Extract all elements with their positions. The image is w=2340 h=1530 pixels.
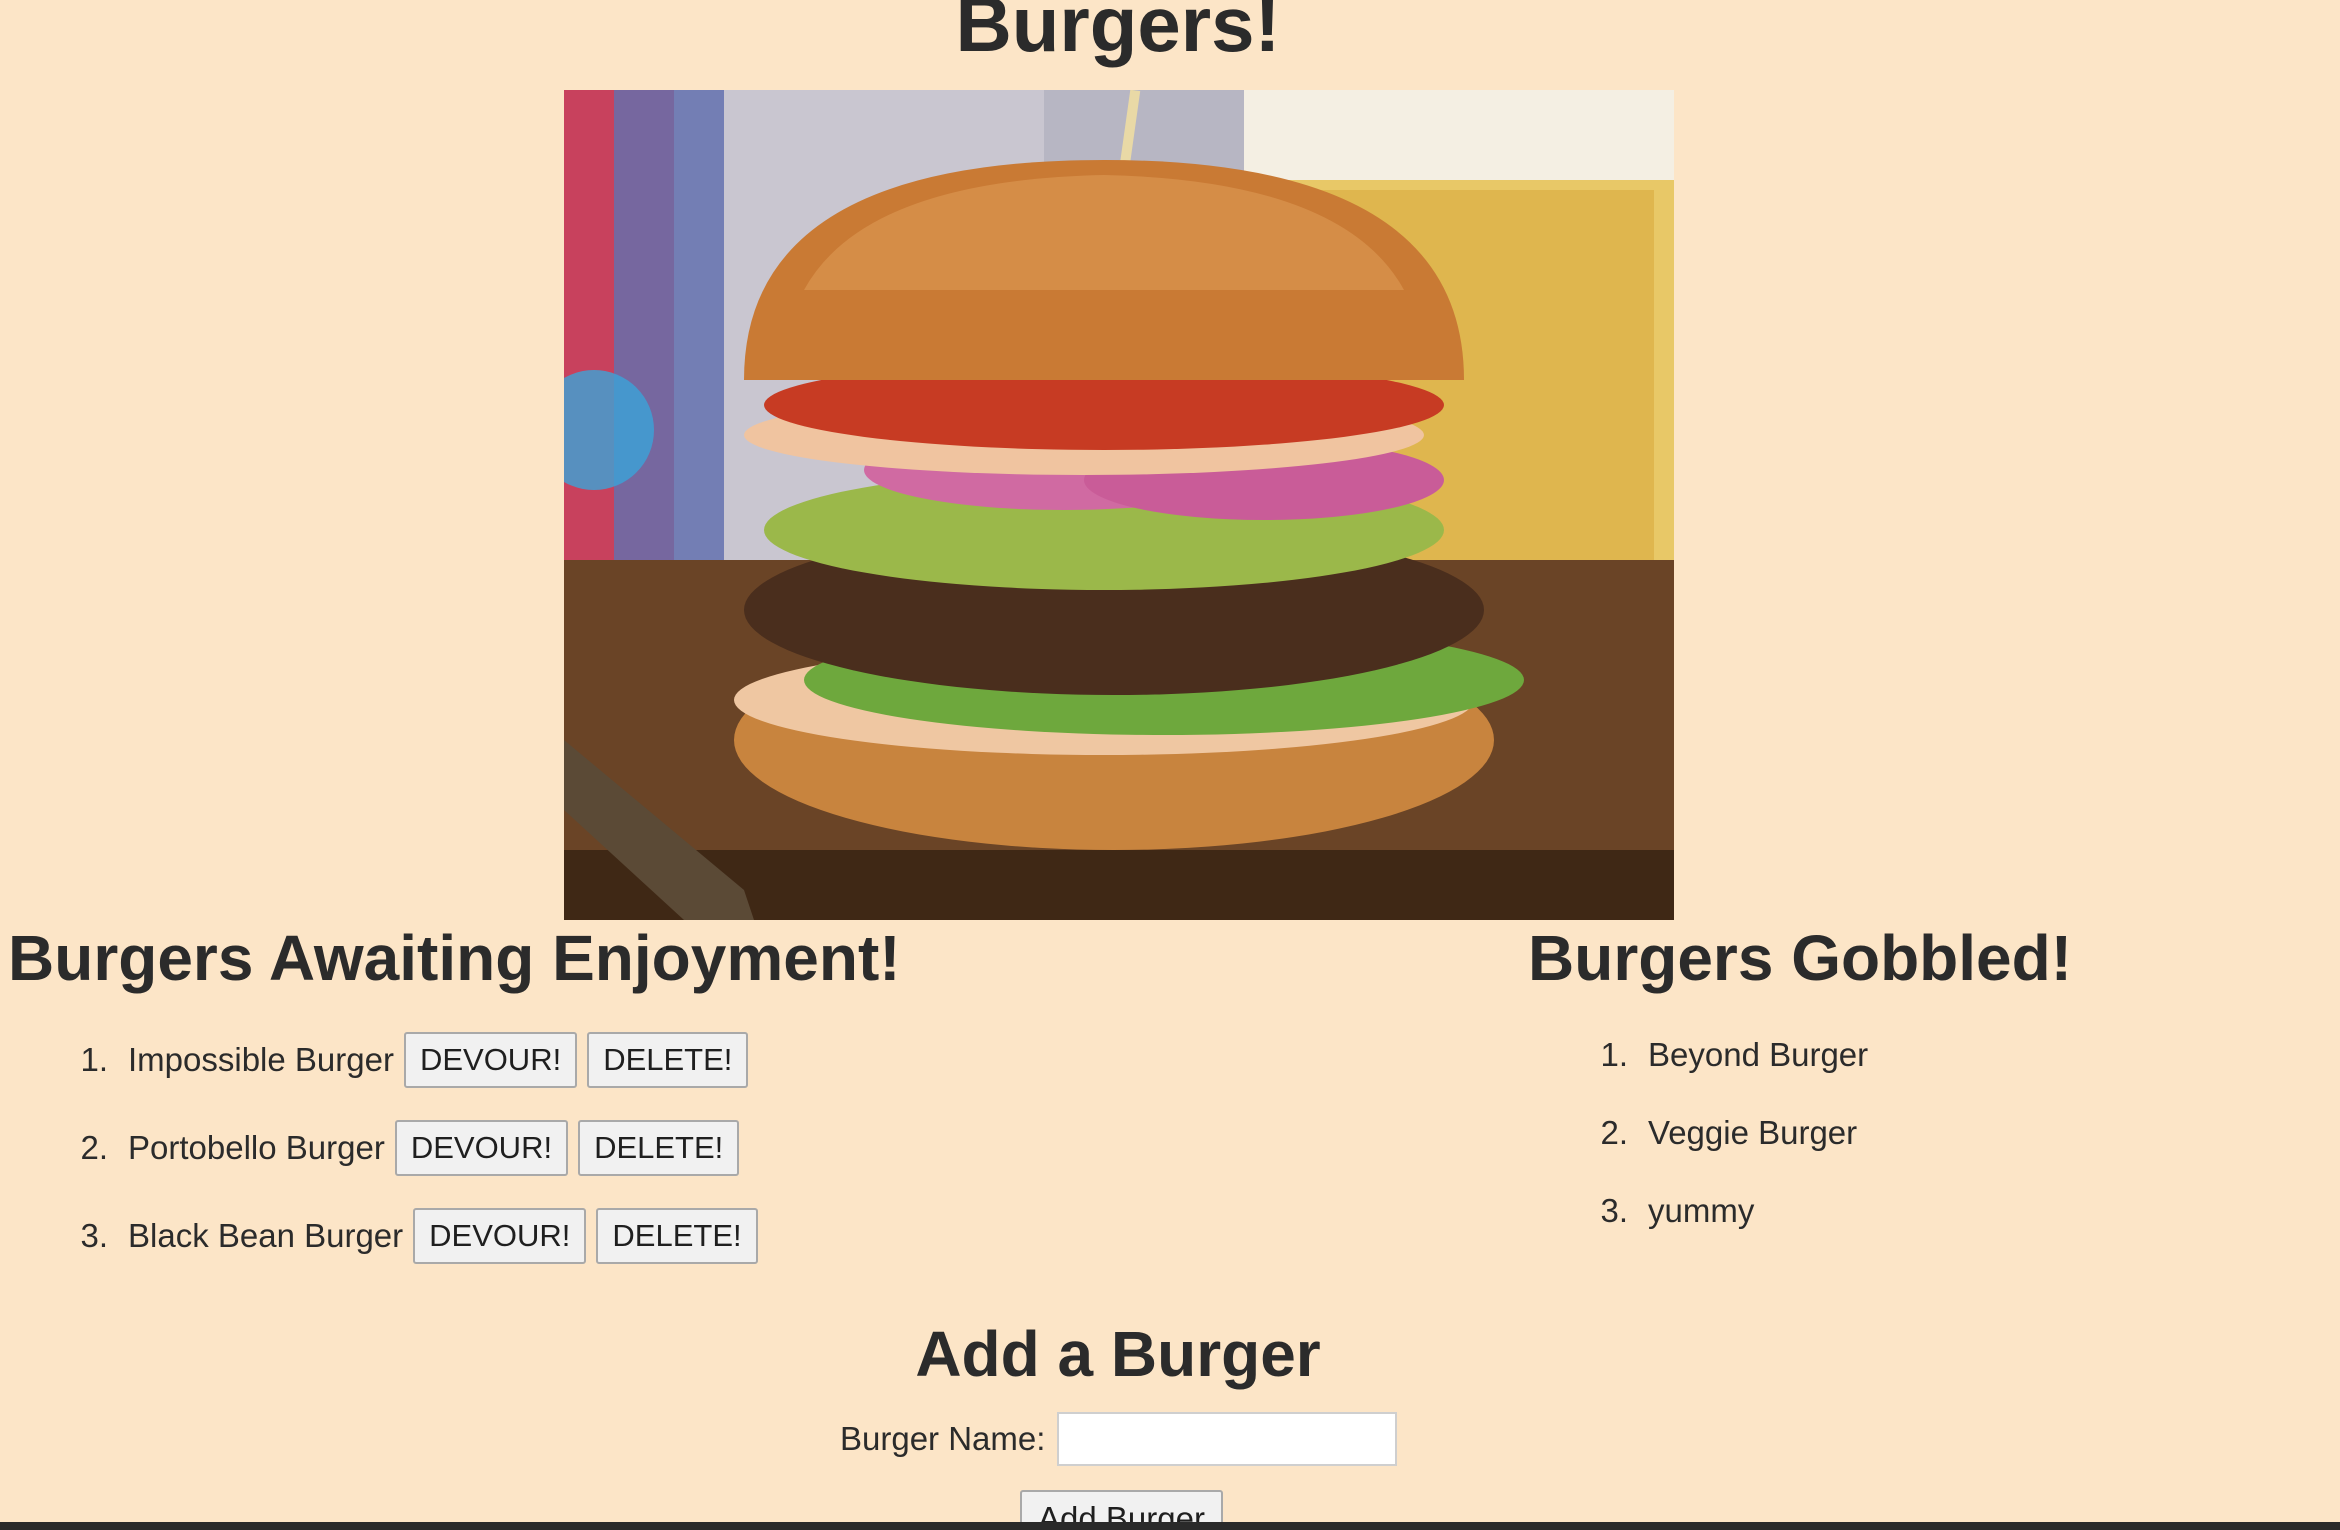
delete-button[interactable]: DELETE! [596,1208,758,1264]
burger-name: Black Bean Burger [128,1217,404,1254]
page: Burgers! Burgers Awaiting Enjoyment! 1. … [0,0,2340,1530]
devour-button[interactable]: DEVOUR! [394,1120,569,1176]
window-bottom-edge [0,1522,2340,1530]
list-item: 1. Beyond Burger [1580,1030,1878,1080]
burger-name-label: Burger Name: [840,1420,1046,1457]
delete-button[interactable]: DELETE! [578,1120,740,1176]
list-number: 1. [1600,1036,1628,1073]
gobbled-heading: Burgers Gobbled! [1528,922,2073,994]
burger-name-input[interactable] [1057,1412,1398,1466]
list-item: 3. Black Bean Burger DEVOUR! DELETE! [60,1206,768,1266]
burger-name: Veggie Burger [1648,1114,1858,1151]
delete-button[interactable]: DELETE! [587,1032,749,1088]
list-number: 3. [80,1217,108,1254]
burger-hero-image [564,90,1674,920]
list-item: 2. Portobello Burger DEVOUR! DELETE! [60,1118,768,1178]
list-number: 3. [1600,1192,1628,1229]
list-number: 1. [80,1041,108,1078]
add-burger-heading: Add a Burger [915,1318,1321,1390]
list-number: 2. [80,1129,108,1166]
list-item: 1. Impossible Burger DEVOUR! DELETE! [60,1030,768,1090]
burger-name: yummy [1648,1192,1755,1229]
awaiting-list: 1. Impossible Burger DEVOUR! DELETE! 2. … [60,1030,768,1294]
list-number: 2. [1600,1114,1628,1151]
list-item: 3. yummy [1580,1186,1878,1236]
burger-name: Beyond Burger [1648,1036,1869,1073]
list-item: 2. Veggie Burger [1580,1108,1878,1158]
burger-name: Impossible Burger [128,1041,394,1078]
add-burger-form: Burger Name: [840,1412,1398,1466]
devour-button[interactable]: DEVOUR! [413,1208,587,1264]
awaiting-heading: Burgers Awaiting Enjoyment! [8,922,901,994]
devour-button[interactable]: DEVOUR! [403,1032,578,1088]
gobbled-list: 1. Beyond Burger 2. Veggie Burger 3. yum… [1580,1030,1878,1264]
page-title: Burgers! [955,0,1281,68]
burger-name: Portobello Burger [128,1129,385,1166]
